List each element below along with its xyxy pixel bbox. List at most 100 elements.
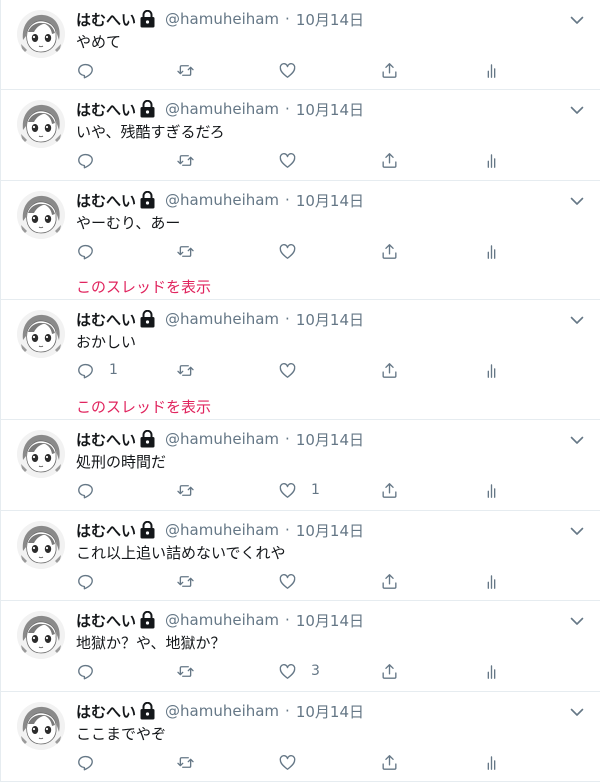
analytics-button[interactable]	[482, 58, 501, 82]
tweet[interactable]: はむへい @hamuheiham · 10月14日 おかしい 1 このスレッドを…	[1, 300, 600, 420]
display-name[interactable]: はむへい	[76, 190, 136, 211]
share-button[interactable]	[380, 659, 399, 683]
display-name[interactable]: はむへい	[76, 429, 136, 450]
lock-icon	[140, 702, 155, 720]
share-button[interactable]	[380, 148, 399, 172]
retweet-button[interactable]	[176, 750, 195, 774]
reply-button[interactable]	[76, 478, 109, 502]
retweet-button[interactable]	[176, 148, 195, 172]
tweet[interactable]: はむへい @hamuheiham · 10月14日 これ以上追い詰めないでくれや	[1, 511, 600, 601]
user-handle[interactable]: @hamuheiham	[165, 310, 279, 328]
tweet-date[interactable]: 10月14日	[296, 520, 364, 541]
tweet-date[interactable]: 10月14日	[296, 99, 364, 120]
analytics-button[interactable]	[482, 358, 501, 382]
reply-button[interactable]	[76, 569, 109, 593]
display-name[interactable]: はむへい	[76, 309, 136, 330]
avatar[interactable]	[17, 521, 65, 569]
tweet[interactable]: はむへい @hamuheiham · 10月14日 地獄か？や、地獄か？ 3	[1, 601, 600, 692]
chevron-down-icon[interactable]	[567, 430, 587, 450]
reply-button[interactable]	[76, 239, 109, 263]
reply-button[interactable]	[76, 58, 109, 82]
avatar[interactable]	[17, 430, 65, 478]
share-button[interactable]	[380, 478, 399, 502]
retweet-button[interactable]	[176, 58, 195, 82]
share-button[interactable]	[380, 239, 399, 263]
retweet-button[interactable]	[176, 478, 195, 502]
chevron-down-icon[interactable]	[567, 10, 587, 30]
share-button[interactable]	[380, 750, 399, 774]
reply-button[interactable]: 1	[76, 358, 118, 382]
retweet-button[interactable]	[176, 569, 195, 593]
avatar[interactable]	[17, 611, 65, 659]
avatar[interactable]	[17, 100, 65, 148]
avatar[interactable]	[17, 10, 65, 58]
retweet-icon	[177, 64, 194, 76]
reply-button[interactable]	[76, 148, 109, 172]
retweet-button[interactable]	[176, 659, 195, 683]
user-handle[interactable]: @hamuheiham	[165, 100, 279, 118]
tweet-date[interactable]: 10月14日	[296, 610, 364, 631]
analytics-button[interactable]	[482, 569, 501, 593]
display-name[interactable]: はむへい	[76, 520, 136, 541]
tweet-header: はむへい @hamuheiham · 10月14日	[76, 308, 364, 330]
retweet-icon	[177, 484, 194, 496]
retweet-icon	[177, 245, 194, 257]
tweet[interactable]: はむへい @hamuheiham · 10月14日 やめて	[1, 0, 600, 90]
reply-button[interactable]	[76, 659, 109, 683]
like-count: 1	[311, 482, 320, 498]
tweet-actions	[76, 148, 516, 172]
tweet-header: はむへい @hamuheiham · 10月14日	[76, 609, 364, 631]
tweet-date[interactable]: 10月14日	[296, 190, 364, 211]
retweet-button[interactable]	[176, 239, 195, 263]
display-name[interactable]: はむへい	[76, 9, 136, 30]
display-name[interactable]: はむへい	[76, 610, 136, 631]
reply-button[interactable]	[76, 750, 109, 774]
tweet-date[interactable]: 10月14日	[296, 429, 364, 450]
tweet[interactable]: はむへい @hamuheiham · 10月14日 処刑の時間だ 1	[1, 420, 600, 511]
like-button[interactable]: 1	[278, 478, 320, 502]
display-name[interactable]: はむへい	[76, 701, 136, 722]
retweet-button[interactable]	[176, 358, 195, 382]
chevron-down-icon[interactable]	[567, 100, 587, 120]
analytics-button[interactable]	[482, 659, 501, 683]
analytics-button[interactable]	[482, 148, 501, 172]
user-handle[interactable]: @hamuheiham	[165, 191, 279, 209]
analytics-button[interactable]	[482, 239, 501, 263]
chevron-down-icon[interactable]	[567, 521, 587, 541]
user-handle[interactable]: @hamuheiham	[165, 702, 279, 720]
user-handle[interactable]: @hamuheiham	[165, 611, 279, 629]
avatar[interactable]	[17, 702, 65, 750]
tweet[interactable]: はむへい @hamuheiham · 10月14日 いや、残酷すぎるだろ	[1, 90, 600, 181]
chevron-down-icon[interactable]	[567, 310, 587, 330]
avatar[interactable]	[17, 310, 65, 358]
analytics-icon	[487, 363, 496, 378]
share-button[interactable]	[380, 569, 399, 593]
like-button[interactable]: 3	[278, 659, 320, 683]
user-handle[interactable]: @hamuheiham	[165, 521, 279, 539]
like-button[interactable]	[278, 358, 311, 382]
user-handle[interactable]: @hamuheiham	[165, 430, 279, 448]
analytics-button[interactable]	[482, 750, 501, 774]
user-handle[interactable]: @hamuheiham	[165, 10, 279, 28]
tweet-actions	[76, 58, 516, 82]
tweet[interactable]: はむへい @hamuheiham · 10月14日 やーむり、あー このスレッド…	[1, 181, 600, 300]
chevron-down-icon[interactable]	[567, 702, 587, 722]
chevron-down-icon[interactable]	[567, 611, 587, 631]
tweet[interactable]: はむへい @hamuheiham · 10月14日 ここまでやぞ	[1, 692, 600, 782]
like-button[interactable]	[278, 58, 311, 82]
like-button[interactable]	[278, 239, 311, 263]
chevron-down-icon[interactable]	[567, 191, 587, 211]
share-button[interactable]	[380, 58, 399, 82]
display-name[interactable]: はむへい	[76, 99, 136, 120]
like-button[interactable]	[278, 569, 311, 593]
like-button[interactable]	[278, 148, 311, 172]
tweet-date[interactable]: 10月14日	[296, 309, 364, 330]
tweet-date[interactable]: 10月14日	[296, 9, 364, 30]
like-button[interactable]	[278, 750, 311, 774]
share-button[interactable]	[380, 358, 399, 382]
show-thread-link[interactable]: このスレッドを表示	[76, 276, 211, 297]
show-thread-link[interactable]: このスレッドを表示	[76, 396, 211, 417]
avatar[interactable]	[17, 191, 65, 239]
analytics-button[interactable]	[482, 478, 501, 502]
tweet-date[interactable]: 10月14日	[296, 701, 364, 722]
